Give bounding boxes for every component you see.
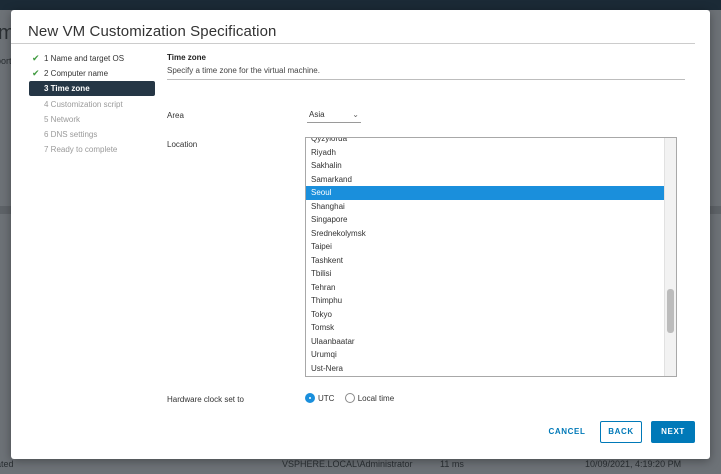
location-option[interactable]: Sakhalin — [306, 159, 664, 173]
radio-unselected-icon — [344, 393, 355, 403]
location-option[interactable]: Tomsk — [306, 321, 664, 335]
section-divider — [167, 79, 685, 80]
step-time-zone[interactable]: 3 Time zone — [29, 81, 155, 97]
chevron-down-icon: ⌄ — [352, 110, 359, 119]
step-network: 5 Network — [29, 112, 155, 127]
hardware-clock-options: UTC Local time — [305, 393, 402, 405]
location-option[interactable]: Urumqi — [306, 348, 664, 362]
location-option[interactable]: Ulaanbaatar — [306, 335, 664, 349]
hardware-clock-label: Hardware clock set to — [167, 395, 244, 404]
location-option[interactable]: Tbilisi — [306, 267, 664, 281]
location-option[interactable]: Singapore — [306, 213, 664, 227]
location-option[interactable]: Seoul — [306, 186, 664, 200]
back-button[interactable]: BACK — [600, 421, 642, 443]
scrollbar-thumb[interactable] — [667, 289, 674, 333]
location-option[interactable]: Riyadh — [306, 146, 664, 160]
dialog-title: New VM Customization Specification — [28, 23, 277, 40]
background-row-fragment: ated — [0, 459, 14, 469]
area-select[interactable]: Asia ⌄ — [307, 108, 361, 123]
checkmark-icon: ✔ — [32, 53, 40, 63]
area-label: Area — [167, 111, 184, 120]
step-label: 5 Network — [44, 114, 81, 124]
location-listbox[interactable]: Qyzylorda Riyadh Sakhalin Samarkand Seoul Sha… — [305, 137, 677, 377]
location-option[interactable]: Tehran — [306, 281, 664, 295]
background-row-user: VSPHERE.LOCAL\Administrator — [282, 459, 413, 469]
step-label: 7 Ready to complete — [44, 145, 118, 155]
section-description: Specify a time zone for the virtual mach… — [167, 66, 320, 75]
background-row-date: 10/09/2021, 4:19:20 PM — [585, 459, 682, 469]
step-name-and-target-os[interactable]: ✔ 1 Name and target OS — [29, 51, 155, 66]
location-option[interactable]: Vientiane — [306, 375, 664, 376]
customization-spec-dialog: New VM Customization Specification ✔ 1 N… — [11, 10, 710, 459]
background-header — [0, 0, 721, 10]
location-option[interactable]: Qyzylorda — [306, 138, 664, 146]
step-dns-settings: 6 DNS settings — [29, 127, 155, 142]
step-label: 6 DNS settings — [44, 129, 98, 139]
step-label: 2 Computer name — [44, 69, 109, 79]
location-option[interactable]: Taipei — [306, 240, 664, 254]
location-option[interactable]: Samarkand — [306, 173, 664, 187]
step-label: 4 Customization script — [44, 99, 123, 109]
section-title: Time zone — [167, 53, 206, 62]
radio-local-time[interactable]: Local time — [344, 393, 395, 403]
location-scrollbar[interactable] — [664, 138, 676, 376]
location-option[interactable]: Tokyo — [306, 308, 664, 322]
step-label: 3 Time zone — [44, 84, 90, 94]
area-select-value: Asia — [309, 110, 325, 119]
location-option[interactable]: Tashkent — [306, 254, 664, 268]
location-option[interactable]: Srednekolymsk — [306, 227, 664, 241]
checkmark-icon: ✔ — [32, 68, 40, 79]
step-computer-name[interactable]: ✔ 2 Computer name — [29, 66, 155, 81]
location-option[interactable]: Ust-Nera — [306, 362, 664, 376]
location-list: Qyzylorda Riyadh Sakhalin Samarkand Seoul Sha… — [306, 138, 664, 376]
background-row-time: 11 ms — [440, 459, 464, 469]
step-ready-to-complete: 7 Ready to complete — [29, 142, 155, 157]
radio-selected-icon — [305, 393, 315, 403]
radio-local-time-label: Local time — [357, 393, 395, 403]
wizard-steps: ✔ 1 Name and target OS ✔ 2 Computer name… — [29, 51, 155, 157]
next-button[interactable]: NEXT — [651, 421, 695, 443]
location-option[interactable]: Thimphu — [306, 294, 664, 308]
radio-utc-label: UTC — [318, 393, 335, 403]
location-label: Location — [167, 140, 198, 149]
title-divider — [11, 43, 695, 44]
radio-utc[interactable]: UTC — [305, 393, 334, 403]
location-option[interactable]: Shanghai — [306, 200, 664, 214]
step-customization-script: 4 Customization script — [29, 97, 155, 112]
cancel-button[interactable]: CANCEL — [544, 421, 590, 443]
background-text-fragment: port — [0, 56, 12, 66]
step-label: 1 Name and target OS — [44, 54, 125, 63]
